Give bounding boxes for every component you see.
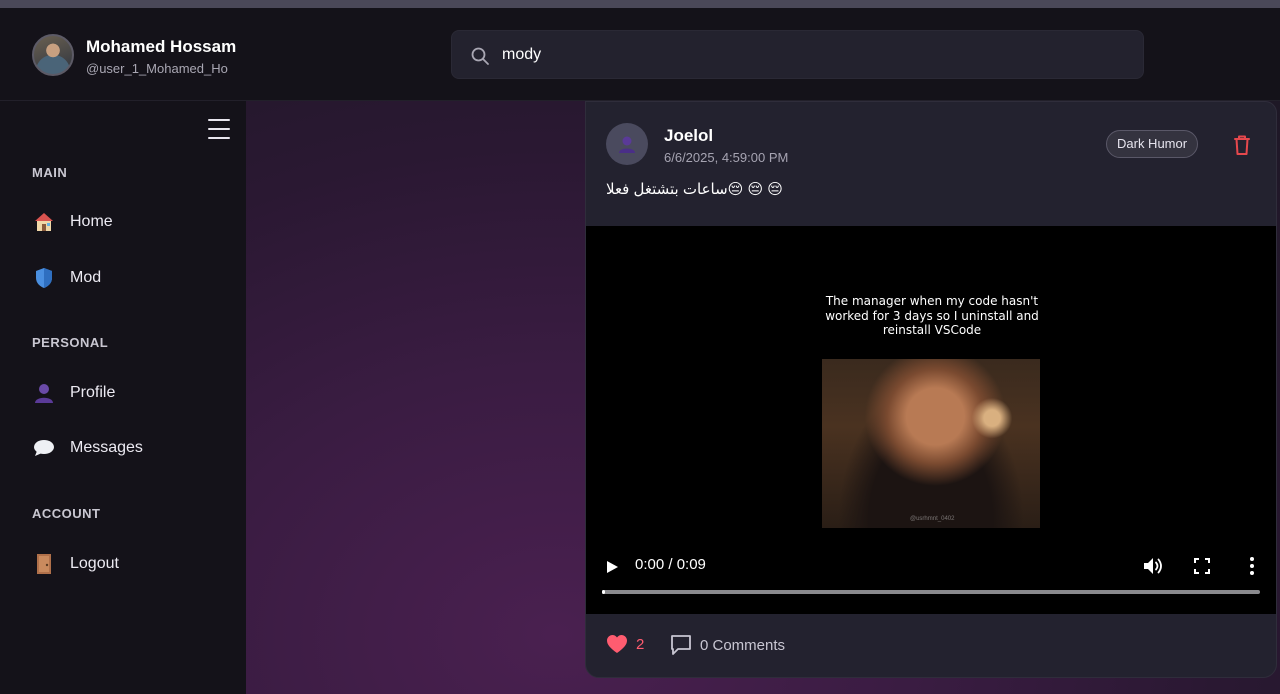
like-count: 2 [636,635,645,653]
shield-icon [32,266,56,290]
video-time-display: 0:00 / 0:09 [635,556,706,573]
video-caption: The manager when my code hasn't worked f… [825,294,1039,337]
sidebar-item-label: Mod [70,269,102,286]
user-avatar[interactable] [32,34,74,76]
sidebar-item-home[interactable]: Home [32,204,232,240]
browser-top-strip [0,0,1280,8]
house-icon [32,210,56,234]
app-header: Mohamed Hossam @user_1_Mohamed_Ho [0,8,1280,101]
video-controls: 0:00 / 0:09 [586,550,1276,600]
post-card: Joelol 6/6/2025, 4:59:00 PM Dark Humor 😔… [585,101,1277,678]
comments-count: 0 Comments [700,636,786,654]
door-icon [32,552,56,576]
search-bar[interactable] [451,30,1144,79]
video-frame: @usrhmnt_0402 [822,359,1040,528]
video-progress-bar[interactable] [602,590,1260,594]
comment-icon [671,635,691,655]
video-progress-fill [602,590,605,594]
user-handle: @user_1_Mohamed_Ho [86,61,228,76]
sidebar-section-main: MAIN [32,165,68,180]
post-author-avatar[interactable] [606,123,648,165]
sidebar-item-messages[interactable]: Messages [32,430,232,466]
sidebar-item-label: Profile [70,384,116,401]
sidebar-item-label: Home [70,213,113,230]
video-player[interactable]: The manager when my code hasn't worked f… [586,226,1276,614]
comments-button[interactable]: 0 Comments [670,634,785,656]
hamburger-menu-icon[interactable] [208,119,230,139]
post-timestamp: 6/6/2025, 4:59:00 PM [664,150,789,165]
heart-icon [607,635,627,653]
search-input[interactable] [502,31,1122,78]
trash-icon[interactable] [1232,134,1252,156]
more-options-icon[interactable] [1248,556,1256,576]
speech-bubble-icon [32,436,56,460]
sidebar-item-profile[interactable]: Profile [32,375,232,411]
sidebar-section-account: ACCOUNT [32,506,101,521]
user-silhouette-icon [619,136,635,153]
video-watermark: @usrhmnt_0402 [910,516,955,522]
sidebar-item-logout[interactable]: Logout [32,546,232,582]
sidebar-item-label: Messages [70,439,143,456]
sidebar: MAIN Home Mod PERSONAL Profile Messages … [0,101,246,694]
volume-icon[interactable] [1142,555,1164,577]
fullscreen-icon[interactable] [1193,557,1211,575]
sidebar-item-label: Logout [70,555,119,572]
like-button[interactable]: 2 [606,634,644,654]
user-name: Mohamed Hossam [86,37,237,56]
play-icon[interactable] [604,558,620,576]
sidebar-item-mod[interactable]: Mod [32,260,232,296]
post-text: 😔 😔 😔ساعات بتشتغل فعلا [606,181,783,198]
post-author-name[interactable]: Joelol [664,126,713,146]
post-category-badge: Dark Humor [1106,130,1199,158]
search-icon [471,47,489,65]
sidebar-section-personal: PERSONAL [32,335,109,350]
user-silhouette-icon [32,381,56,405]
